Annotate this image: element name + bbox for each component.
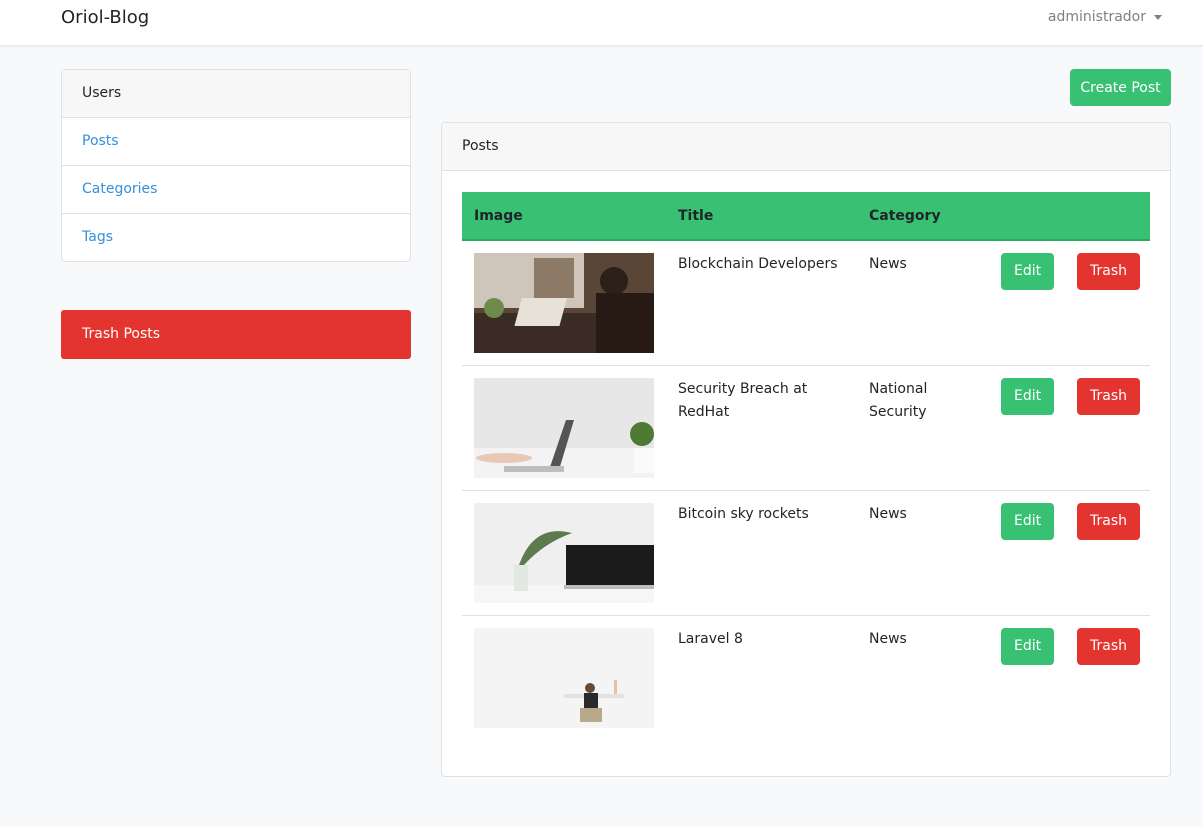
trash-posts-button[interactable]: Trash Posts <box>61 310 411 359</box>
card-title: Posts <box>442 123 1170 171</box>
column-header-category: Category <box>857 192 989 241</box>
user-dropdown[interactable]: administrador <box>1048 9 1162 25</box>
post-image <box>474 503 654 603</box>
post-image <box>474 253 654 353</box>
post-category: News <box>869 631 907 647</box>
caret-down-icon <box>1154 14 1162 20</box>
trash-button[interactable]: Trash <box>1077 253 1140 290</box>
top-navbar: Oriol-Blog administrador <box>0 0 1203 45</box>
trash-button[interactable]: Trash <box>1077 503 1140 540</box>
posts-card: Posts Image Title Category Blockchain De… <box>441 122 1171 777</box>
table-row: Bitcoin sky rockets News Edit Trash <box>462 490 1150 616</box>
sidebar-item-label[interactable]: Categories <box>82 181 157 197</box>
table-header-row: Image Title Category <box>462 192 1150 241</box>
edit-button[interactable]: Edit <box>1001 378 1055 415</box>
post-title: Bitcoin sky rockets <box>678 506 809 522</box>
sidebar-item-tags[interactable]: Tags <box>62 214 410 261</box>
table-row: Laravel 8 News Edit Trash <box>462 615 1150 741</box>
sidebar-item-users[interactable]: Users <box>62 70 410 118</box>
sidebar-item-categories[interactable]: Categories <box>62 166 410 214</box>
post-title: Laravel 8 <box>678 631 743 647</box>
sidebar-item-label[interactable]: Tags <box>82 229 113 245</box>
column-header-title: Title <box>666 192 857 241</box>
sidebar-item-label[interactable]: Posts <box>82 133 119 149</box>
create-post-button[interactable]: Create Post <box>1070 69 1171 106</box>
user-name: administrador <box>1047 9 1146 25</box>
column-header-trash <box>1065 192 1150 241</box>
post-image <box>474 378 654 478</box>
edit-button[interactable]: Edit <box>1001 503 1055 540</box>
sidebar-item-posts[interactable]: Posts <box>62 118 410 166</box>
post-category: National Security <box>869 381 928 420</box>
post-category: News <box>869 256 907 272</box>
column-header-image: Image <box>462 192 666 241</box>
trash-button[interactable]: Trash <box>1077 628 1140 665</box>
brand-link[interactable]: Oriol-Blog <box>61 7 149 28</box>
edit-button[interactable]: Edit <box>1001 628 1055 665</box>
post-title: Blockchain Developers <box>678 256 838 272</box>
column-header-edit <box>989 192 1065 241</box>
table-row: Security Breach at RedHat National Secur… <box>462 365 1150 491</box>
sidebar-item-label: Users <box>82 85 122 101</box>
post-category: News <box>869 506 907 522</box>
sidebar-menu: Users Posts Categories Tags <box>61 69 411 262</box>
table-row: Blockchain Developers News Edit Trash <box>462 240 1150 366</box>
post-image <box>474 628 654 728</box>
post-title: Security Breach at RedHat <box>678 381 808 420</box>
posts-table: Image Title Category Blockchain Develope… <box>462 192 1150 741</box>
edit-button[interactable]: Edit <box>1001 253 1055 290</box>
trash-button[interactable]: Trash <box>1077 378 1140 415</box>
